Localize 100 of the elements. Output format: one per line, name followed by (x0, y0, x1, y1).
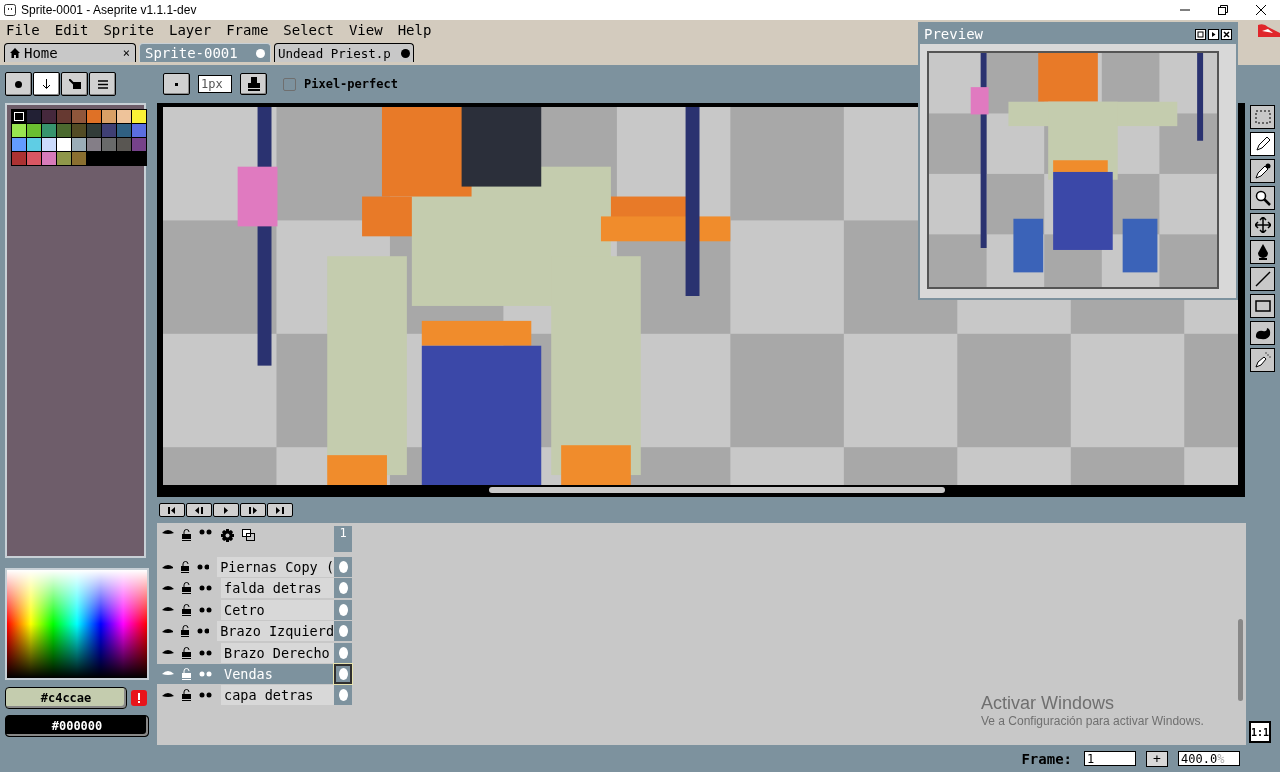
brush-type-button[interactable] (163, 73, 190, 95)
palette-swatch[interactable] (57, 138, 71, 151)
palette-swatch[interactable] (27, 152, 41, 165)
one-to-one-button[interactable]: 1:1 (1249, 721, 1271, 743)
palette-swatch[interactable] (42, 110, 56, 123)
palette-swatch[interactable] (72, 124, 86, 137)
menu-item[interactable]: Frame (226, 22, 269, 38)
menu-item[interactable]: View (348, 22, 383, 38)
scrollbar[interactable] (1238, 619, 1243, 701)
gear-icon[interactable] (221, 529, 234, 542)
palette-swatch[interactable] (42, 138, 56, 151)
restore-icon[interactable] (1218, 5, 1228, 15)
palette-swatch[interactable] (117, 110, 131, 123)
eye-icon[interactable] (162, 691, 174, 699)
palette-swatch[interactable] (117, 124, 131, 137)
dots-icon[interactable] (199, 585, 213, 592)
lock-icon[interactable] (182, 603, 191, 616)
palette-swatch[interactable] (132, 138, 146, 151)
eye-icon[interactable] (162, 584, 174, 592)
palette-swatch[interactable] (87, 138, 101, 151)
palette-swatch[interactable] (57, 152, 71, 165)
palette-swatch[interactable] (12, 152, 26, 165)
palette-swatch[interactable] (102, 138, 116, 151)
first-frame-button[interactable] (159, 503, 185, 517)
lock-icon[interactable] (182, 529, 191, 541)
dots-icon[interactable] (199, 670, 213, 677)
lock-icon[interactable] (182, 646, 191, 659)
play-icon[interactable] (1208, 28, 1219, 40)
menu-item[interactable]: Select (283, 22, 334, 38)
palette-swatch[interactable] (57, 110, 71, 123)
background-color-button[interactable]: #000000 (5, 715, 149, 737)
next-frame-button[interactable] (240, 503, 266, 517)
palette-swatch[interactable] (42, 124, 56, 137)
tool-button[interactable] (1250, 321, 1275, 345)
dots-icon[interactable] (199, 606, 213, 613)
menu-item[interactable]: File (6, 22, 40, 38)
dots-icon[interactable] (199, 692, 213, 699)
tool-button[interactable] (1250, 348, 1275, 372)
lock-icon[interactable] (182, 689, 191, 702)
last-frame-button[interactable] (267, 503, 293, 517)
ink-button[interactable] (240, 73, 267, 95)
palette-swatch[interactable] (27, 138, 41, 151)
palette-swatch[interactable] (42, 152, 56, 165)
eye-icon[interactable] (162, 529, 174, 536)
zoom-field[interactable]: 400.0% (1178, 751, 1240, 766)
palette-swatch[interactable] (87, 110, 101, 123)
down-arrow-button[interactable] (33, 72, 60, 96)
tool-button[interactable] (1250, 186, 1275, 210)
menu-item[interactable]: Sprite (103, 22, 154, 38)
tool-button[interactable] (1250, 294, 1275, 318)
scrollbar[interactable] (489, 487, 945, 493)
palette-swatch[interactable] (27, 124, 41, 137)
tool-button[interactable] (1250, 105, 1275, 129)
cel-cell[interactable] (334, 557, 352, 577)
eye-icon[interactable] (162, 606, 174, 614)
palette-swatch[interactable] (12, 138, 26, 151)
tab-close[interactable]: × (122, 46, 130, 60)
eye-icon[interactable] (162, 563, 173, 571)
foreground-color-button[interactable]: #c4ccae (5, 687, 127, 709)
dots-icon[interactable] (196, 628, 210, 635)
eye-icon[interactable] (162, 649, 174, 657)
dots-icon[interactable] (196, 564, 210, 570)
lock-icon[interactable] (182, 582, 191, 595)
palette-swatch[interactable] (12, 110, 26, 123)
menu-button[interactable] (89, 72, 116, 96)
cel-cell[interactable] (334, 663, 352, 684)
layers-icon[interactable] (242, 529, 255, 541)
palette-swatch[interactable] (117, 138, 131, 151)
close-icon[interactable] (1221, 28, 1232, 40)
palette-swatch[interactable] (132, 110, 146, 123)
frame-field[interactable]: 1 (1084, 751, 1136, 766)
palette-swatch[interactable] (57, 124, 71, 137)
add-button[interactable]: + (1146, 750, 1168, 767)
document-tab[interactable]: Undead Priest.p (274, 43, 414, 62)
tool-button[interactable] (1250, 267, 1275, 291)
dots-icon[interactable] (199, 649, 213, 656)
play-button[interactable] (213, 503, 239, 517)
swap-button[interactable] (61, 72, 88, 96)
menu-item[interactable]: Layer (169, 22, 212, 38)
warning-icon[interactable] (131, 690, 147, 706)
tool-button[interactable] (1250, 213, 1275, 237)
menu-item[interactable]: Help (397, 22, 432, 38)
eraser-button[interactable] (5, 72, 32, 96)
tool-button[interactable] (1250, 240, 1275, 264)
close-icon[interactable] (1256, 5, 1266, 15)
lock-icon[interactable] (180, 561, 189, 573)
fit-icon[interactable] (1195, 28, 1206, 40)
palette-swatch[interactable] (72, 152, 86, 165)
palette-swatch[interactable] (87, 124, 101, 137)
palette-swatch[interactable] (12, 124, 26, 137)
pixel-perfect-checkbox[interactable] (283, 77, 296, 91)
cel-cell[interactable] (334, 642, 352, 663)
cel-cell[interactable] (334, 599, 352, 620)
document-tab[interactable]: Home × (4, 43, 136, 62)
previous-frame-button[interactable] (186, 503, 212, 517)
palette-swatch[interactable] (102, 110, 116, 123)
palette-swatch[interactable] (72, 138, 86, 151)
brush-size-field[interactable]: 1px (198, 75, 232, 93)
tool-button[interactable] (1250, 132, 1275, 156)
palette-swatch[interactable] (102, 124, 116, 137)
